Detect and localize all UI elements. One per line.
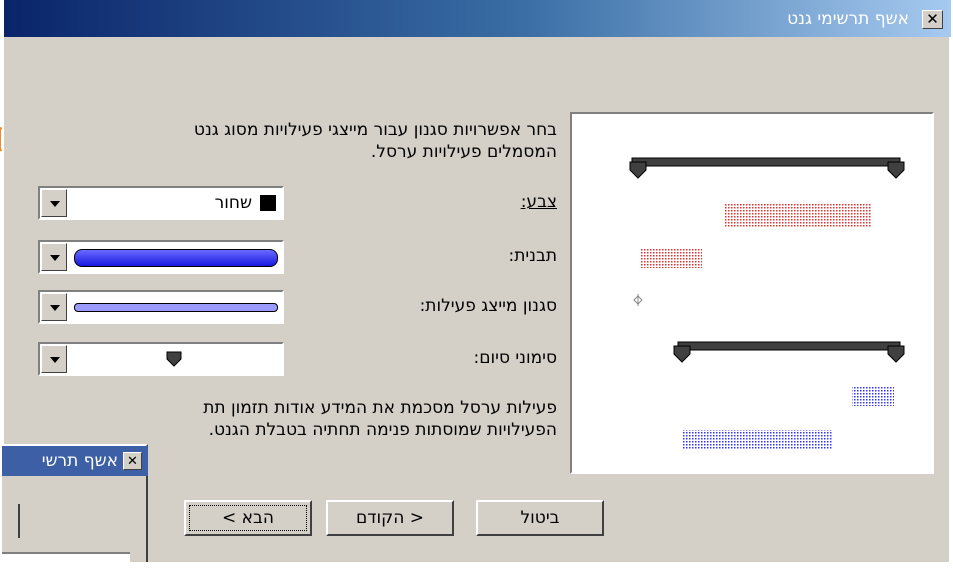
back-button[interactable]: < הקודם (326, 500, 454, 536)
pattern-label: תבנית: (508, 246, 557, 266)
end-mark-icon (166, 351, 182, 367)
summary-bar-2 (677, 341, 901, 351)
task-bar-red-1 (724, 204, 872, 228)
close-icon[interactable]: ✕ (922, 10, 943, 29)
bar-style-label: סגנון מייצג פעילות: (419, 296, 557, 316)
chevron-down-icon[interactable] (41, 189, 67, 217)
color-swatch (260, 195, 276, 211)
summary-bar-1 (631, 157, 901, 167)
description-line-1: בחר אפשרויות סגנון עבור מייצגי פעילויות … (193, 120, 557, 140)
next-button[interactable]: הבא > (184, 500, 312, 536)
description-line-2: המסמלים פעילויות ערסל. (370, 142, 557, 162)
window-title: אשף תרשימי גנט (787, 9, 909, 29)
summary-line-2: הפעילויות שמוסתות פנימה תחתיה בטבלת הגנט… (208, 420, 557, 440)
pattern-dropdown[interactable] (38, 240, 284, 274)
preview-drawing (629, 157, 905, 450)
color-value: שחור (214, 193, 252, 213)
pattern-preview-bar (74, 249, 278, 267)
milestone-mark (633, 294, 643, 306)
summary-line-1: פעילות ערסל מסכמת את המידע אודות תזמון ת… (203, 398, 557, 418)
secondary-button-edge[interactable] (2, 504, 20, 538)
bar-style-preview (74, 303, 278, 312)
secondary-dialog: אשף תרשי ✕ (0, 444, 148, 568)
end-marks-label: סימוני סיום: (473, 348, 558, 368)
secondary-panel (2, 552, 130, 568)
chevron-down-icon[interactable] (41, 243, 67, 271)
title-bar: אשף תרשימי גנט ✕ (4, 0, 951, 37)
gantt-preview (570, 112, 934, 474)
color-dropdown[interactable]: שחור (38, 186, 284, 220)
secondary-title: אשף תרשי (41, 451, 118, 471)
chevron-down-icon[interactable] (41, 293, 67, 321)
end-marks-dropdown[interactable] (38, 342, 284, 376)
color-label: צבע: (520, 192, 557, 212)
close-icon[interactable]: ✕ (123, 452, 142, 470)
task-bar-blue-2 (682, 430, 832, 450)
chevron-down-icon[interactable] (41, 345, 67, 373)
secondary-title-bar: אשף תרשי ✕ (2, 446, 148, 476)
task-bar-red-2 (640, 248, 702, 268)
task-bar-blue-1 (852, 386, 894, 406)
cancel-button[interactable]: ביטול (476, 500, 604, 536)
bar-style-dropdown[interactable] (38, 290, 284, 324)
